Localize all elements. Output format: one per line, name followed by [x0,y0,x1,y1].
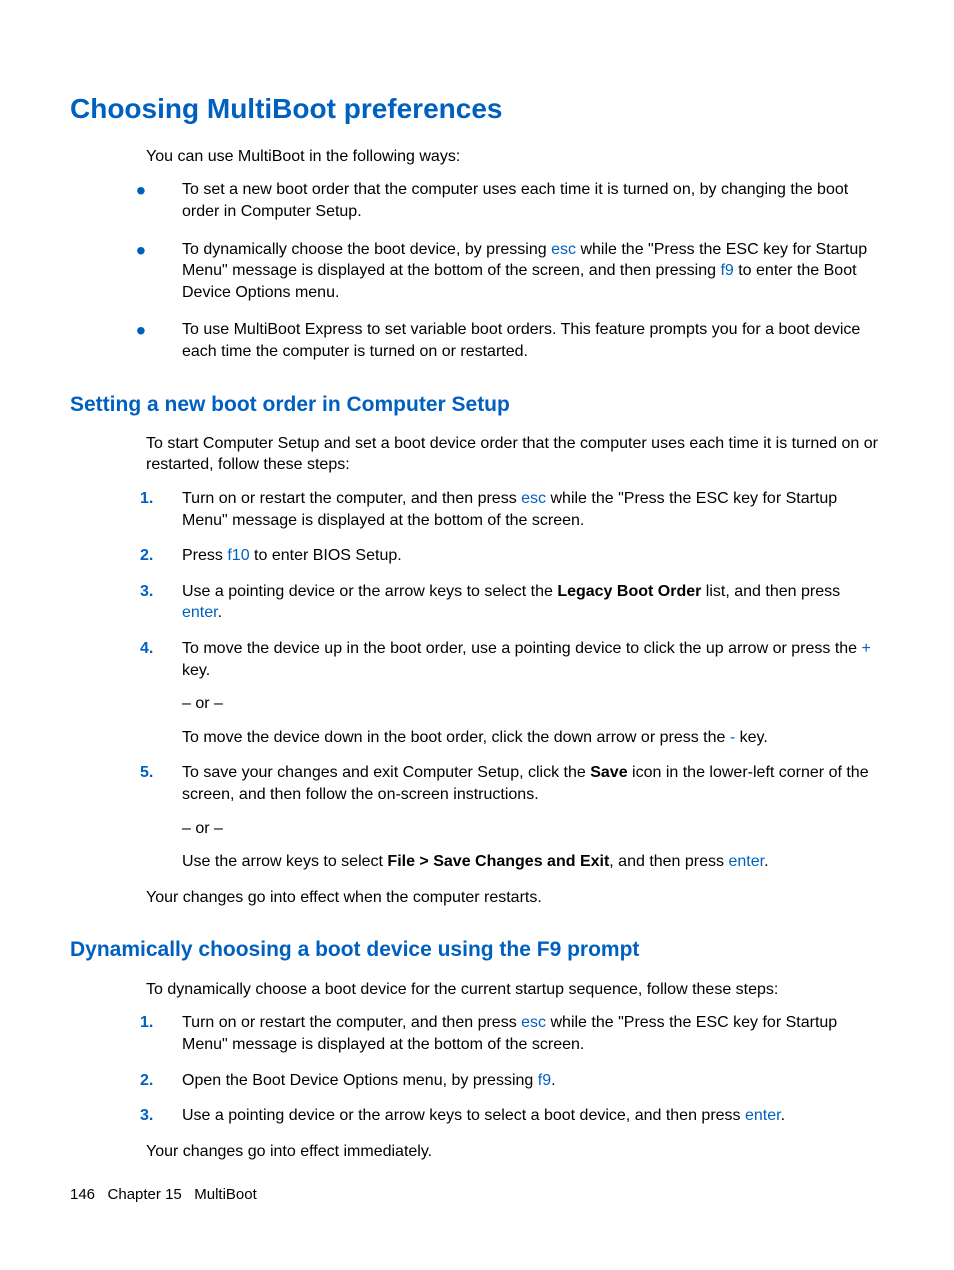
key-esc: esc [551,241,576,258]
text: To save your changes and exit Computer S… [182,764,590,781]
text: , and then press [609,853,728,870]
text: To use MultiBoot Express to set variable… [182,321,860,360]
step-item: Press f10 to enter BIOS Setup. [146,545,884,567]
step-item: Turn on or restart the computer, and the… [146,1012,884,1055]
key-enter: enter [728,853,764,870]
section-intro: To dynamically choose a boot device for … [146,979,884,1001]
intro-text: You can use MultiBoot in the following w… [146,146,884,168]
text: To move the device up in the boot order,… [182,640,862,657]
key-esc: esc [521,1014,546,1031]
text: . [764,853,768,870]
bullet-item: To dynamically choose the boot device, b… [146,239,884,304]
step-item: Use a pointing device or the arrow keys … [146,581,884,624]
text: Use the arrow keys to select File > Save… [182,851,884,873]
page-title: Choosing MultiBoot preferences [70,90,884,128]
bold-text: Legacy Boot Order [557,583,701,600]
bullet-item: To set a new boot order that the compute… [146,179,884,222]
section-heading: Setting a new boot order in Computer Set… [70,391,884,419]
text: Use a pointing device or the arrow keys … [182,583,557,600]
key-f9: f9 [720,262,733,279]
key-plus: + [862,640,871,657]
text: Turn on or restart the computer, and the… [182,490,521,507]
section-closing: Your changes go into effect when the com… [146,887,884,909]
text: To move the device down in the boot orde… [182,727,884,749]
text: . [218,604,222,621]
text: Use the arrow keys to select [182,853,387,870]
key-f9: f9 [538,1072,551,1089]
page-number: 146 [70,1186,95,1203]
step-item: Open the Boot Device Options menu, by pr… [146,1070,884,1092]
text: . [781,1107,785,1124]
page-footer: 146 Chapter 15 MultiBoot [70,1185,257,1205]
section-heading: Dynamically choosing a boot device using… [70,936,884,964]
key-enter: enter [182,604,218,621]
text: Press [182,547,227,564]
text: Turn on or restart the computer, and the… [182,1014,521,1031]
text: Use a pointing device or the arrow keys … [182,1107,745,1124]
step-item: To save your changes and exit Computer S… [146,762,884,872]
text: . [551,1072,555,1089]
text: Open the Boot Device Options menu, by pr… [182,1072,538,1089]
text: key. [182,662,210,679]
chapter-label: Chapter 15 MultiBoot [95,1186,257,1203]
text: To dynamically choose the boot device, b… [182,241,551,258]
key-f10: f10 [227,547,249,564]
step-item: Turn on or restart the computer, and the… [146,488,884,531]
text: To move the device down in the boot orde… [182,729,730,746]
key-esc: esc [521,490,546,507]
text: list, and then press [701,583,840,600]
step-item: To move the device up in the boot order,… [146,638,884,748]
bold-text: File > Save Changes and Exit [387,853,609,870]
section-intro: To start Computer Setup and set a boot d… [146,433,884,476]
bullet-item: To use MultiBoot Express to set variable… [146,319,884,362]
text: To set a new boot order that the compute… [182,181,848,220]
bold-text: Save [590,764,627,781]
key-enter: enter [745,1107,781,1124]
text: to enter BIOS Setup. [250,547,402,564]
or-text: – or – [182,693,884,715]
text: key. [735,729,768,746]
section-closing: Your changes go into effect immediately. [146,1141,884,1163]
or-text: – or – [182,818,884,840]
step-item: Use a pointing device or the arrow keys … [146,1105,884,1127]
